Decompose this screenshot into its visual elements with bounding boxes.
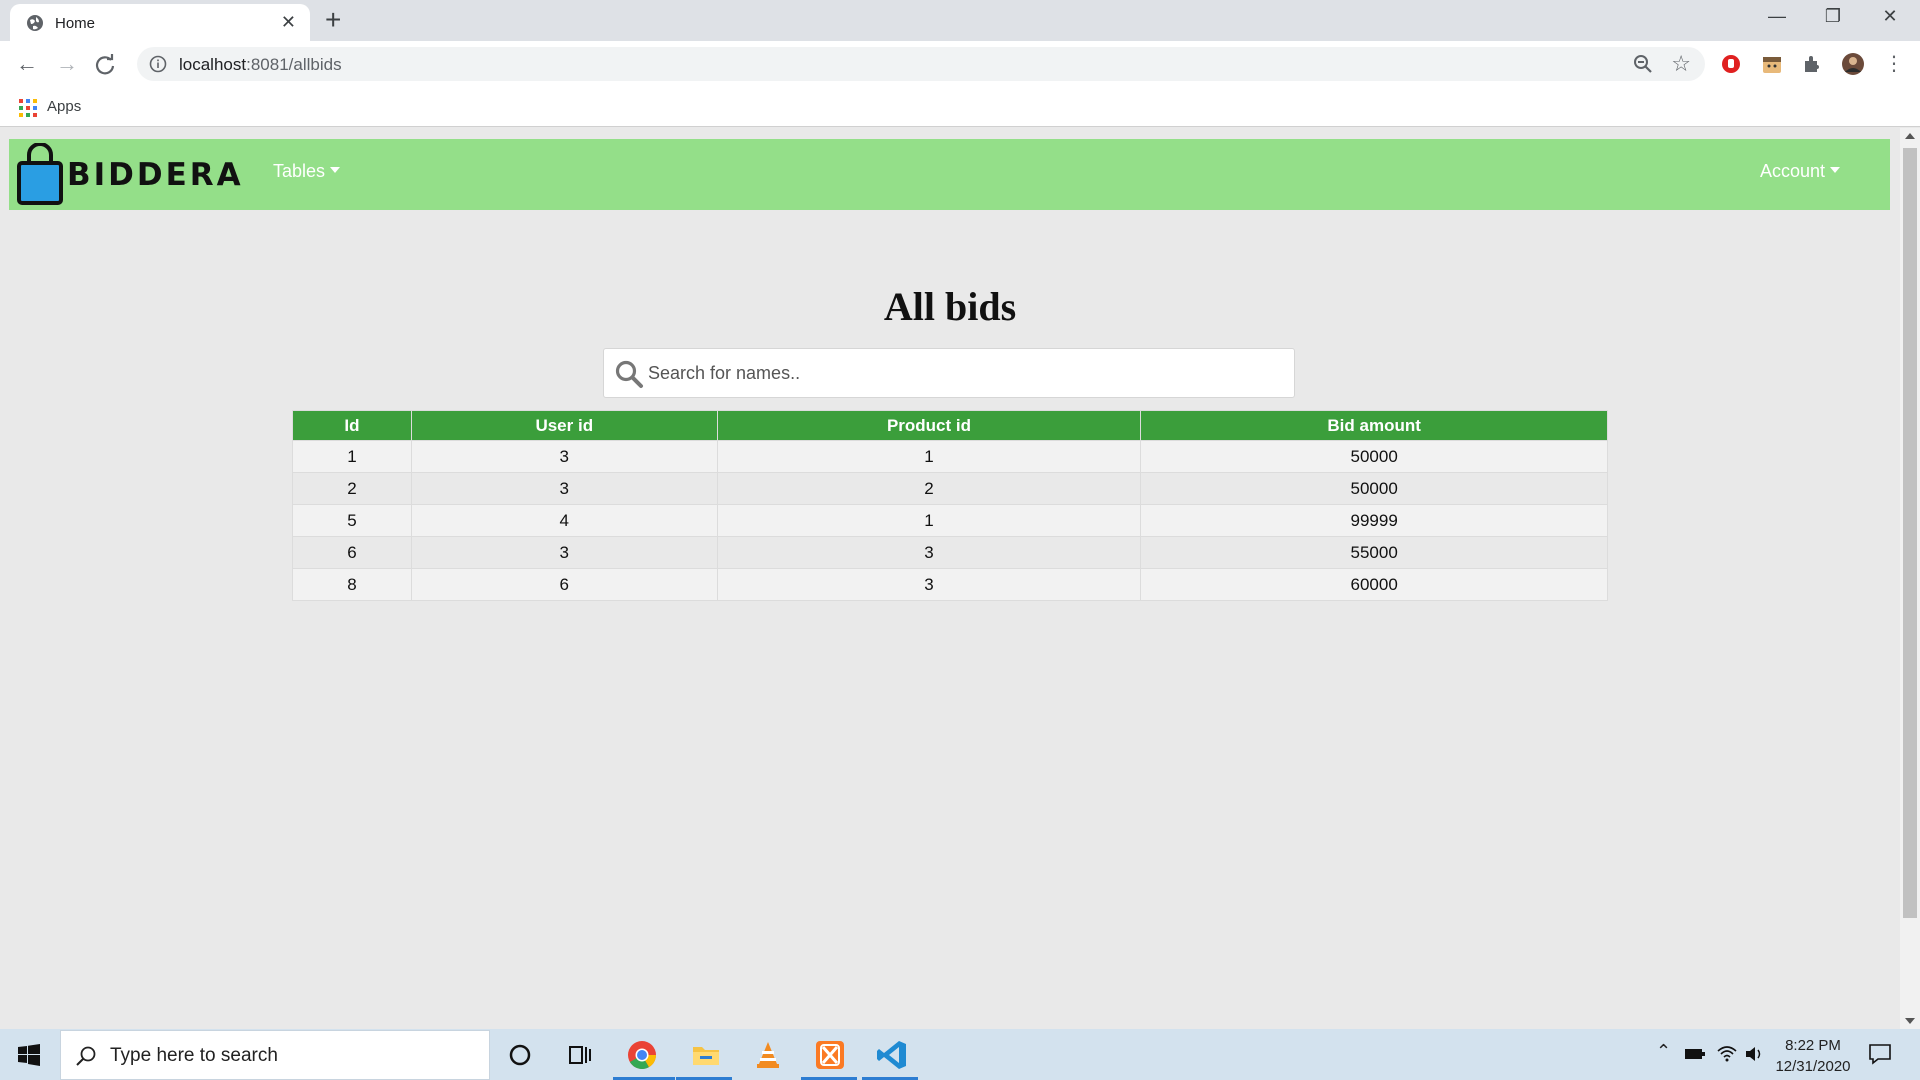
scroll-down-icon[interactable] (1905, 1018, 1915, 1024)
chevron-down-icon (330, 167, 341, 174)
windows-taskbar: Type here to search ⌃ 8:22 PM 12/31/2020 (0, 1029, 1920, 1080)
table-row: 5 4 1 99999 (292, 504, 1608, 537)
site-navbar: BIDDERA Tables Account (9, 139, 1890, 210)
site-logo[interactable]: BIDDERA (15, 143, 241, 205)
cell-bid-amount: 55000 (1140, 536, 1608, 569)
column-header-user-id[interactable]: User id (410, 410, 718, 441)
xampp-icon[interactable] (812, 1037, 848, 1073)
task-view-icon[interactable] (562, 1037, 598, 1073)
tab-title: Home (55, 15, 96, 32)
cell-id: 8 (292, 568, 412, 601)
search-box[interactable] (603, 348, 1295, 398)
browser-tab-strip: Home ✕ + — ❐ ✕ (0, 0, 1920, 41)
taskbar-search-placeholder: Type here to search (110, 1045, 278, 1066)
tab-close-icon[interactable]: ✕ (281, 12, 296, 32)
cell-id: 5 (292, 504, 412, 537)
nav-tables-dropdown[interactable]: Tables (273, 161, 341, 182)
cell-id: 2 (292, 472, 412, 505)
taskbar-clock[interactable]: 8:22 PM 12/31/2020 (1768, 1035, 1858, 1077)
adblock-extension-icon[interactable] (1720, 53, 1742, 75)
page-title: All bids (883, 284, 1017, 329)
clock-date: 12/31/2020 (1775, 1058, 1851, 1075)
window-minimize-button[interactable]: — (1757, 6, 1797, 27)
cell-bid-amount: 50000 (1140, 440, 1608, 473)
address-url[interactable]: localhost:8081/allbids (179, 55, 342, 75)
cell-id: 1 (292, 440, 412, 473)
cell-product-id: 3 (716, 536, 1142, 569)
table-row: 6 3 3 55000 (292, 536, 1608, 569)
shopping-bag-icon (17, 143, 63, 205)
windows-start-icon[interactable] (18, 1044, 40, 1066)
search-icon (615, 360, 643, 388)
cell-user-id: 4 (410, 504, 718, 537)
file-explorer-icon[interactable] (688, 1037, 724, 1073)
address-bar[interactable]: localhost:8081/allbids ☆ (137, 47, 1705, 81)
search-input[interactable] (648, 349, 1288, 397)
cell-product-id: 3 (716, 568, 1142, 601)
cell-user-id: 6 (410, 568, 718, 601)
taskbar-search-box[interactable]: Type here to search (60, 1030, 490, 1080)
cell-user-id: 3 (410, 472, 718, 505)
cortana-icon[interactable] (502, 1037, 538, 1073)
window-close-button[interactable]: ✕ (1870, 6, 1910, 27)
reload-icon[interactable] (94, 54, 116, 76)
vscode-icon[interactable] (874, 1037, 910, 1073)
page-viewport: BIDDERA Tables Account All bids Id User … (0, 128, 1900, 1029)
bookmark-apps-link[interactable]: Apps (47, 98, 81, 115)
scrollbar-thumb[interactable] (1903, 148, 1917, 918)
nav-tables-label: Tables (273, 161, 326, 181)
column-header-id[interactable]: Id (292, 410, 412, 441)
profile-avatar-icon[interactable] (1841, 52, 1865, 76)
cell-bid-amount: 99999 (1140, 504, 1608, 537)
column-header-product-id[interactable]: Product id (716, 410, 1142, 441)
forward-arrow-icon[interactable]: → (53, 51, 81, 79)
back-arrow-icon[interactable]: ← (13, 51, 41, 79)
vlc-icon[interactable] (750, 1037, 786, 1073)
cell-product-id: 1 (716, 504, 1142, 537)
search-icon (76, 1046, 96, 1066)
extensions-puzzle-icon[interactable] (1801, 53, 1823, 75)
nav-account-label: Account (1760, 161, 1826, 181)
cell-id: 6 (292, 536, 412, 569)
scroll-up-icon[interactable] (1905, 133, 1915, 139)
zoom-out-icon[interactable] (1633, 54, 1653, 74)
browser-menu-icon[interactable]: ⋮ (1880, 51, 1908, 79)
table-row: 8 6 3 60000 (292, 568, 1608, 601)
page-scrollbar[interactable] (1900, 128, 1920, 1029)
bookmarks-bar: Apps (0, 87, 1920, 127)
table-header-row: Id User id Product id Bid amount (292, 410, 1608, 441)
wifi-icon[interactable] (1716, 1043, 1738, 1063)
nav-account-dropdown[interactable]: Account (1760, 161, 1841, 182)
battery-icon[interactable] (1684, 1046, 1706, 1062)
volume-icon[interactable] (1744, 1044, 1764, 1064)
cell-product-id: 1 (716, 440, 1142, 473)
logo-wordmark: BIDDERA (67, 157, 244, 193)
clock-time: 8:22 PM (1785, 1037, 1841, 1054)
browser-toolbar: ← → localhost:8081/allbids ☆ ⋮ (0, 41, 1920, 87)
notifications-icon[interactable] (1868, 1042, 1892, 1066)
cell-product-id: 2 (716, 472, 1142, 505)
chevron-down-icon (1830, 167, 1841, 174)
browser-tab[interactable]: Home ✕ (10, 4, 310, 41)
bids-table: Id User id Product id Bid amount 1 3 1 5… (292, 410, 1608, 601)
globe-icon (27, 15, 43, 31)
site-info-icon[interactable] (149, 55, 167, 73)
column-header-bid-amount[interactable]: Bid amount (1140, 410, 1608, 441)
cell-user-id: 3 (410, 536, 718, 569)
cell-bid-amount: 60000 (1140, 568, 1608, 601)
cell-user-id: 3 (410, 440, 718, 473)
bookmark-star-icon[interactable]: ☆ (1671, 51, 1691, 77)
extension-avatar-icon[interactable] (1761, 53, 1783, 75)
show-hidden-icons-chevron[interactable]: ⌃ (1656, 1041, 1671, 1062)
window-restore-button[interactable]: ❐ (1813, 6, 1853, 27)
cell-bid-amount: 50000 (1140, 472, 1608, 505)
table-row: 1 3 1 50000 (292, 440, 1608, 473)
apps-grid-icon[interactable] (19, 99, 37, 117)
new-tab-button[interactable]: + (325, 5, 341, 35)
table-row: 2 3 2 50000 (292, 472, 1608, 505)
chrome-icon[interactable] (624, 1037, 660, 1073)
